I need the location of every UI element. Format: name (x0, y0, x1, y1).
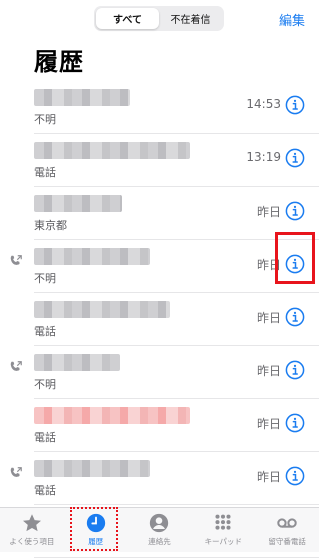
call-row[interactable]: 不明 昨日 (0, 346, 319, 399)
page-title: 履歴 (34, 48, 84, 76)
call-row[interactable]: 電話 昨日 (0, 399, 319, 452)
outgoing-call-icon (9, 359, 23, 373)
info-icon (285, 148, 305, 168)
redacted-caller-name (34, 248, 150, 265)
tab-contacts-label: 連絡先 (148, 537, 171, 546)
call-time: 13:19 (246, 150, 281, 164)
info-button[interactable] (285, 307, 305, 327)
outgoing-call-icon (9, 253, 23, 267)
tab-favorites-label: よく使う項目 (9, 537, 55, 546)
voicemail-icon (277, 518, 297, 528)
outgoing-call-icon (9, 465, 23, 479)
top-bar: すべて 不在着信 編集 (0, 0, 319, 38)
tab-contacts[interactable]: 連絡先 (128, 508, 192, 552)
highlight-annotation-box (275, 232, 315, 284)
redacted-caller-name (34, 195, 122, 212)
info-icon (285, 466, 305, 486)
person-circle-icon (150, 513, 169, 533)
info-button[interactable] (285, 466, 305, 486)
call-time: 昨日 (256, 205, 281, 219)
call-time: 昨日 (256, 417, 281, 431)
recent-calls-list: 不明 14:53 電話 13:19 東京都 昨日 不明 昨日 電話 昨日 不明 昨日 電話 昨日 電話 昨日 (0, 81, 319, 558)
info-icon (285, 413, 305, 433)
star-icon (22, 514, 41, 532)
redacted-caller-name (34, 460, 150, 477)
info-icon (285, 95, 305, 115)
redacted-caller-name (34, 407, 190, 424)
call-type-label: 不明 (34, 113, 56, 126)
call-type-label: 電話 (34, 166, 56, 179)
call-type-label: 不明 (34, 272, 56, 285)
edit-button[interactable]: 編集 (279, 10, 305, 29)
info-button[interactable] (285, 413, 305, 433)
info-icon (285, 360, 305, 380)
redacted-caller-name (34, 89, 130, 106)
call-time: 昨日 (256, 311, 281, 325)
tab-voicemail-label: 留守番電話 (268, 537, 306, 546)
call-row[interactable]: 不明 14:53 (0, 81, 319, 134)
call-type-label: 電話 (34, 431, 56, 444)
tab-favorites[interactable]: よく使う項目 (0, 508, 64, 552)
info-icon (285, 307, 305, 327)
tab-bar: よく使う項目 履歴 連絡先 キーパッド 留守番電話 (0, 507, 319, 552)
info-button[interactable] (285, 95, 305, 115)
call-time: 昨日 (256, 364, 281, 378)
call-type-label: 不明 (34, 378, 56, 391)
call-row[interactable]: 不明 昨日 (0, 240, 319, 293)
call-filter-segmented-control[interactable]: すべて 不在着信 (94, 6, 224, 31)
call-type-label: 東京都 (34, 219, 67, 232)
call-type-label: 電話 (34, 325, 56, 338)
redacted-caller-name (34, 354, 120, 371)
info-icon (285, 201, 305, 221)
keypad-icon (215, 514, 231, 530)
info-button[interactable] (285, 201, 305, 221)
call-row[interactable]: 電話 13:19 (0, 134, 319, 187)
call-row[interactable]: 東京都 昨日 (0, 187, 319, 240)
segment-missed[interactable]: 不在着信 (159, 8, 222, 29)
redacted-caller-name (34, 142, 190, 159)
call-row[interactable]: 電話 昨日 (0, 293, 319, 346)
highlight-annotation-dotted-box (70, 507, 118, 551)
tab-voicemail[interactable]: 留守番電話 (255, 508, 319, 552)
info-button[interactable] (285, 148, 305, 168)
call-row[interactable]: 電話 昨日 (0, 452, 319, 505)
segment-all[interactable]: すべて (96, 8, 159, 29)
call-time: 昨日 (256, 470, 281, 484)
info-button[interactable] (285, 360, 305, 380)
tab-keypad[interactable]: キーパッド (191, 508, 255, 552)
tab-keypad-label: キーパッド (204, 537, 242, 546)
redacted-caller-name (34, 301, 170, 318)
call-time: 14:53 (246, 97, 281, 111)
call-type-label: 電話 (34, 484, 56, 497)
